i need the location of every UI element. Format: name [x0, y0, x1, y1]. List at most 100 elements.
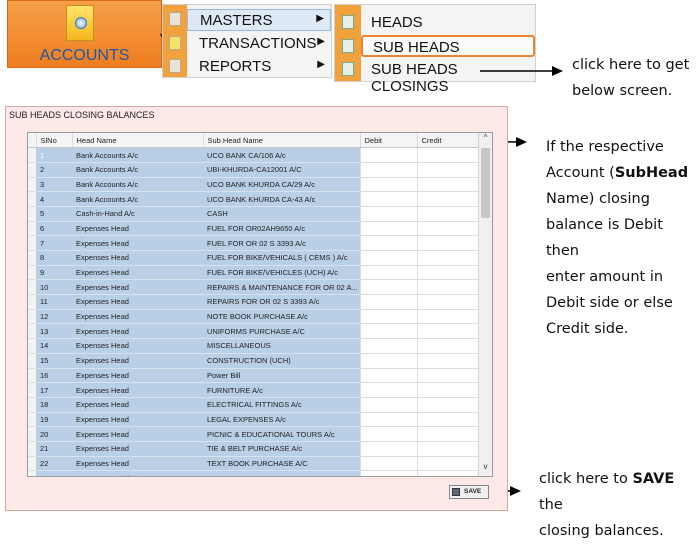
- cell-credit-input[interactable]: [416, 147, 479, 163]
- row-indicator[interactable]: [28, 206, 36, 222]
- cell-debit-input[interactable]: [359, 205, 418, 222]
- cell-debit-input[interactable]: [359, 426, 418, 442]
- cell-credit-input[interactable]: [416, 367, 479, 384]
- column-header-slno[interactable]: SlNo: [36, 133, 73, 149]
- table-row[interactable]: 17 Expenses Head FURNITURE A/c: [28, 382, 479, 398]
- table-row[interactable]: 21 Expenses Head TIE & BELT PURCHASE A/c: [28, 440, 479, 457]
- menu-item-transactions[interactable]: TRANSACTIONS ▶: [187, 33, 331, 55]
- column-header-debit[interactable]: Debit: [360, 133, 418, 149]
- row-indicator[interactable]: [28, 397, 36, 413]
- column-header-sub-head-name[interactable]: Sub Head Name: [203, 133, 361, 149]
- cell-credit-input[interactable]: [416, 440, 479, 457]
- cell-credit-input[interactable]: [416, 411, 479, 428]
- submenu-item-sub-heads[interactable]: SUB HEADS: [361, 35, 535, 57]
- cell-credit-input[interactable]: [416, 191, 479, 207]
- table-row[interactable]: 9 Expenses Head FUEL FOR BIKE/VEHICLES (UC…: [28, 264, 479, 281]
- menu-item-reports[interactable]: REPORTS ▶: [187, 56, 331, 78]
- table-row[interactable]: 20 Expenses Head PICNIC & EDUCATIONAL TOUR…: [28, 426, 479, 442]
- row-indicator[interactable]: [28, 235, 36, 251]
- cell-credit-input[interactable]: [416, 235, 479, 251]
- vertical-scrollbar[interactable]: ^ v: [478, 133, 492, 476]
- cell-debit-input[interactable]: [359, 176, 418, 193]
- cell-credit-input[interactable]: [416, 250, 479, 266]
- row-indicator[interactable]: [28, 338, 36, 354]
- cell-debit-input[interactable]: [359, 367, 418, 384]
- table-row[interactable]: 11 Expenses Head REPAIRS FOR OR 02 S 3393 …: [28, 294, 479, 310]
- submenu-item-sub-heads-closings[interactable]: SUB HEADS CLOSINGS: [361, 59, 535, 95]
- cell-credit-input[interactable]: [416, 338, 479, 354]
- row-indicator[interactable]: [28, 221, 36, 237]
- table-row[interactable]: 18 Expenses Head ELECTRICAL FITTINGS A/c: [28, 396, 479, 413]
- table-row[interactable]: 15 Expenses Head CONSTRUCTION (UCH): [28, 352, 479, 369]
- cell-credit-input[interactable]: [416, 279, 479, 296]
- cell-debit-input[interactable]: [359, 191, 418, 207]
- menu-item-masters[interactable]: MASTERS ▶: [187, 9, 331, 31]
- cell-debit-input[interactable]: [359, 455, 418, 472]
- save-button[interactable]: SAVE: [449, 485, 489, 499]
- row-indicator[interactable]: [28, 309, 36, 325]
- row-indicator[interactable]: [28, 162, 36, 178]
- table-row[interactable]: 22 Expenses Head TEXT BOOK PURCHASE A/C: [28, 455, 479, 472]
- cell-debit-input[interactable]: [359, 352, 418, 369]
- table-row[interactable]: 2 Bank Accounts A/c UBI-KHURDA-CA12001 A/C: [28, 161, 479, 178]
- table-row[interactable]: 10 Expenses Head REPAIRS & MAINTENANCE FOR…: [28, 279, 479, 296]
- cell-credit-input[interactable]: [416, 470, 479, 476]
- cell-credit-input[interactable]: [416, 308, 479, 325]
- row-indicator[interactable]: [28, 265, 36, 281]
- scroll-thumb[interactable]: [481, 148, 490, 218]
- table-row[interactable]: 4 Bank Accounts A/c UCO BANK KHURDA CA-43 …: [28, 191, 479, 207]
- row-indicator[interactable]: [28, 353, 36, 369]
- table-row[interactable]: 12 Expenses Head NOTE BOOK PURCHASE A/c: [28, 308, 479, 325]
- cell-credit-input[interactable]: [416, 323, 479, 340]
- cell-debit-input[interactable]: [359, 250, 418, 266]
- row-indicator[interactable]: [28, 279, 36, 296]
- cell-credit-input[interactable]: [416, 161, 479, 178]
- table-row[interactable]: 14 Expenses Head MISCELLANEOUS: [28, 338, 479, 354]
- cell-debit-input[interactable]: [359, 294, 418, 310]
- cell-credit-input[interactable]: [416, 426, 479, 442]
- cell-debit-input[interactable]: [359, 411, 418, 428]
- row-indicator[interactable]: [28, 426, 36, 442]
- submenu-item-heads[interactable]: HEADS: [361, 12, 535, 34]
- column-header-credit[interactable]: Credit: [417, 133, 479, 149]
- table-row[interactable]: 19 Expenses Head LEGAL EXPENSES A/c: [28, 411, 479, 428]
- table-row[interactable]: 8 Expenses Head FUEL FOR BIKE/VEHICALS ( C…: [28, 250, 479, 266]
- table-row[interactable]: 7 Expenses Head FUEL FOR OR 02 S 3393 A/c: [28, 235, 479, 251]
- row-indicator[interactable]: [28, 250, 36, 266]
- row-indicator[interactable]: [28, 177, 36, 193]
- table-row[interactable]: 6 Expenses Head FUEL FOR OR02AH9650 A/c: [28, 220, 479, 237]
- cell-debit-input[interactable]: [359, 161, 418, 178]
- cell-debit-input[interactable]: [359, 279, 418, 296]
- scroll-down-icon[interactable]: v: [479, 462, 492, 476]
- row-indicator[interactable]: [28, 441, 36, 457]
- row-indicator[interactable]: [28, 368, 36, 384]
- row-indicator[interactable]: [28, 191, 36, 207]
- row-indicator[interactable]: [28, 412, 36, 428]
- table-row[interactable]: 23Expenses HeadSTAFF LIC PREMIUM: [28, 470, 479, 476]
- accounts-menu-button[interactable]: ACCOUNTS ▼: [7, 0, 167, 68]
- cell-debit-input[interactable]: [359, 235, 418, 251]
- cell-credit-input[interactable]: [416, 352, 479, 369]
- cell-credit-input[interactable]: [416, 264, 479, 281]
- cell-credit-input[interactable]: [416, 220, 479, 237]
- row-indicator[interactable]: [28, 382, 36, 398]
- cell-credit-input[interactable]: [416, 396, 479, 413]
- row-indicator[interactable]: [28, 323, 36, 340]
- cell-debit-input[interactable]: [359, 470, 418, 476]
- cell-debit-input[interactable]: [359, 338, 418, 354]
- table-row[interactable]: 5 Cash-in-Hand A/c CASH: [28, 205, 479, 222]
- table-row[interactable]: 16 Expenses Head Power Bill: [28, 367, 479, 384]
- cell-debit-input[interactable]: [359, 264, 418, 281]
- cell-credit-input[interactable]: [416, 294, 479, 310]
- cell-debit-input[interactable]: [359, 382, 418, 398]
- cell-debit-input[interactable]: [359, 440, 418, 457]
- row-indicator[interactable]: [28, 456, 36, 472]
- cell-debit-input[interactable]: [359, 220, 418, 237]
- cell-credit-input[interactable]: [416, 176, 479, 193]
- cell-debit-input[interactable]: [359, 308, 418, 325]
- cell-credit-input[interactable]: [416, 205, 479, 222]
- column-header-head-name[interactable]: Head Name: [72, 133, 204, 149]
- table-row[interactable]: 3 Bank Accounts A/c UCO BANK KHURDA CA/29 …: [28, 176, 479, 193]
- row-indicator[interactable]: [28, 294, 36, 310]
- cell-credit-input[interactable]: [416, 382, 479, 398]
